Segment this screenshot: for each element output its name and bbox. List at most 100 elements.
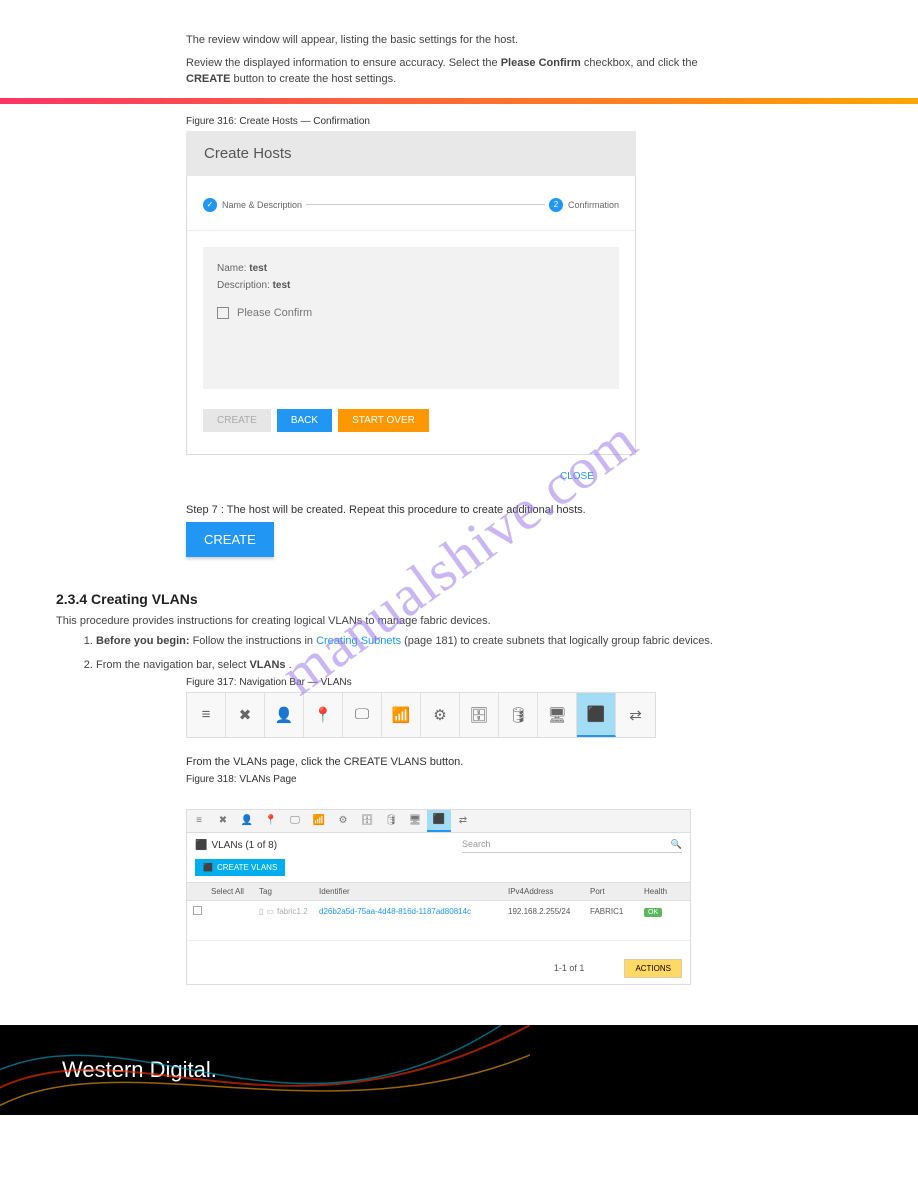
- row-checkbox[interactable]: [193, 906, 202, 915]
- mini-nav-tools[interactable]: ✖: [211, 810, 235, 832]
- standalone-create-button[interactable]: CREATE: [186, 522, 274, 557]
- please-confirm-checkbox[interactable]: Please Confirm: [217, 307, 605, 319]
- mini-nav-gear[interactable]: ⚙: [331, 810, 355, 832]
- confirm-label: Please Confirm: [237, 307, 312, 319]
- intro-line-1: The review window will appear, listing t…: [186, 32, 732, 49]
- step-before-begin: Before you begin: Follow the instruction…: [96, 635, 918, 647]
- name-row: Name: test: [217, 263, 605, 274]
- step2-label: Confirmation: [568, 200, 619, 210]
- table-row[interactable]: ▯ ▭ fabric1.2 d26b2a5d-75aa-4d48-816d-11…: [187, 901, 690, 922]
- vlans-bold: VLANs: [249, 659, 285, 671]
- tag-icon: ▭: [266, 907, 274, 916]
- confirmation-panel: Name: test Description: test Please Conf…: [203, 247, 619, 389]
- vlan-title-text: VLANs (1 of 8): [211, 840, 277, 851]
- vlans-page: ≡ ✖ 👤 📍 🖵 📶 ⚙ 🗄 🛢 🖥 ⬛ ⇄ ⬛ VLANs (1 of 8)…: [186, 809, 691, 985]
- t: Follow the instructions in: [193, 635, 317, 647]
- col-health[interactable]: Health: [644, 887, 684, 896]
- search-icon: 🔍: [671, 839, 682, 850]
- vlans-title: ⬛ VLANs (1 of 8): [195, 840, 277, 851]
- vlans-table-header: Select All Tag Identifier IPv4Address Po…: [187, 882, 690, 901]
- search-placeholder: Search: [462, 839, 491, 849]
- page-footer: Western Digital.: [0, 1025, 918, 1115]
- vlans-mini-toolbar: ≡ ✖ 👤 📍 🖵 📶 ⚙ 🗄 🛢 🖥 ⬛ ⇄: [187, 810, 690, 833]
- standalone-create-block: CREATE: [186, 522, 918, 557]
- navigation-bar: ≡ ✖ 👤 📍 🖵 📶 ⚙ 🗄 🛢 🖥 ⬛ ⇄: [186, 692, 656, 738]
- mini-nav-monitor[interactable]: 🖵: [283, 810, 307, 832]
- row-identifier-link[interactable]: d26b2a5d-75aa-4d48-816d-1187ad80814c: [319, 907, 504, 916]
- pager-text: 1-1 of 1: [554, 963, 585, 973]
- name-key: Name:: [217, 263, 246, 274]
- col-ipv4[interactable]: IPv4Address: [508, 887, 586, 896]
- nav-icon-user[interactable]: 👤: [265, 693, 304, 737]
- vlans-footer: 1-1 of 1 ACTIONS: [187, 940, 690, 984]
- t: (page 181) to create subnets that logica…: [404, 635, 713, 647]
- nav-icon-menu[interactable]: ≡: [187, 693, 226, 737]
- bold-confirm: Please Confirm: [501, 57, 581, 69]
- vlans-search[interactable]: Search 🔍: [462, 839, 682, 853]
- plus-icon: ⬛: [203, 863, 213, 872]
- mini-nav-database[interactable]: 🛢: [379, 810, 403, 832]
- close-link[interactable]: CLOSE: [560, 471, 594, 482]
- row-tag-icons: ▯ ▭ fabric1.2: [259, 907, 315, 916]
- col-tag[interactable]: Tag: [259, 887, 315, 896]
- nav-icon-database[interactable]: 🛢: [499, 693, 538, 737]
- intro-line-2: Review the displayed information to ensu…: [186, 55, 732, 88]
- nav-icon-vlans[interactable]: ⬛: [577, 693, 616, 737]
- t: Review the displayed information to ensu…: [186, 57, 501, 69]
- actions-button[interactable]: ACTIONS: [624, 959, 682, 978]
- col-select-all[interactable]: Select All: [211, 887, 255, 896]
- checkbox-icon: [217, 307, 229, 319]
- mini-nav-wireless[interactable]: 📶: [307, 810, 331, 832]
- row-health-badge: OK: [644, 908, 662, 917]
- creating-subnets-link[interactable]: Creating Subnets: [316, 635, 401, 647]
- step1-check-icon: [203, 198, 217, 212]
- dialog-title: Create Hosts: [186, 131, 636, 176]
- back-button[interactable]: BACK: [277, 409, 332, 432]
- desc-row: Description: test: [217, 280, 605, 291]
- start-over-button[interactable]: START OVER: [338, 409, 429, 432]
- nav-icon-wireless[interactable]: 📶: [382, 693, 421, 737]
- t: From the navigation bar, select: [96, 659, 249, 671]
- bold-create: CREATE: [186, 73, 230, 85]
- step-nav-vlans: From the navigation bar, select VLANs .: [96, 659, 918, 671]
- mini-nav-vlans[interactable]: ⬛: [427, 810, 451, 832]
- mini-nav-menu[interactable]: ≡: [187, 810, 211, 832]
- nav-icon-swap[interactable]: ⇄: [616, 693, 655, 737]
- row-port: FABRIC1: [590, 907, 640, 916]
- figure-caption-317: Figure 317: Navigation Bar — VLANs: [0, 677, 918, 688]
- name-val: test: [249, 263, 267, 274]
- nav-icon-pin[interactable]: 📍: [304, 693, 343, 737]
- nav-icon-storage[interactable]: 🗄: [460, 693, 499, 737]
- section-234-sub: This procedure provides instructions for…: [0, 615, 918, 627]
- row-ipv4: 192.168.2.255/24: [508, 907, 586, 916]
- t: .: [289, 659, 292, 671]
- create-hosts-dialog: Create Hosts Name & Description 2 Confir…: [186, 131, 636, 455]
- row-tag: fabric1.2: [277, 907, 308, 916]
- nav-icon-gear[interactable]: ⚙: [421, 693, 460, 737]
- mini-nav-storage[interactable]: 🗄: [355, 810, 379, 832]
- mini-nav-pin[interactable]: 📍: [259, 810, 283, 832]
- section-234-steps: Before you begin: Follow the instruction…: [0, 635, 918, 671]
- create-vlans-label: CREATE VLANS: [217, 863, 277, 872]
- nav-icon-desktop[interactable]: 🖥: [538, 693, 577, 737]
- create-button[interactable]: CREATE: [203, 409, 271, 432]
- col-identifier[interactable]: Identifier: [319, 887, 504, 896]
- t: checkbox, and click the: [584, 57, 698, 69]
- mini-nav-user[interactable]: 👤: [235, 810, 259, 832]
- desc-key: Description:: [217, 280, 270, 291]
- mini-nav-swap[interactable]: ⇄: [451, 810, 475, 832]
- dialog-body: Name & Description 2 Confirmation Name: …: [186, 176, 636, 455]
- create-vlans-button[interactable]: ⬛ CREATE VLANS: [195, 859, 285, 876]
- nav-icon-tools[interactable]: ✖: [226, 693, 265, 737]
- wizard-stepper: Name & Description 2 Confirmation: [187, 190, 635, 231]
- step2-num-icon: 2: [549, 198, 563, 212]
- mini-nav-desktop[interactable]: 🖥: [403, 810, 427, 832]
- nav-icon-monitor[interactable]: 🖵: [343, 693, 382, 737]
- col-port[interactable]: Port: [590, 887, 640, 896]
- step-connector: [306, 204, 545, 205]
- t: button to create the host settings.: [233, 73, 396, 85]
- before-begin-bold: Before you begin:: [96, 635, 190, 647]
- step1-label: Name & Description: [222, 200, 302, 210]
- step2-text: From the VLANs page, click the CREATE VL…: [0, 756, 918, 768]
- t: From the VLANs page, click the CREATE VL…: [186, 756, 463, 768]
